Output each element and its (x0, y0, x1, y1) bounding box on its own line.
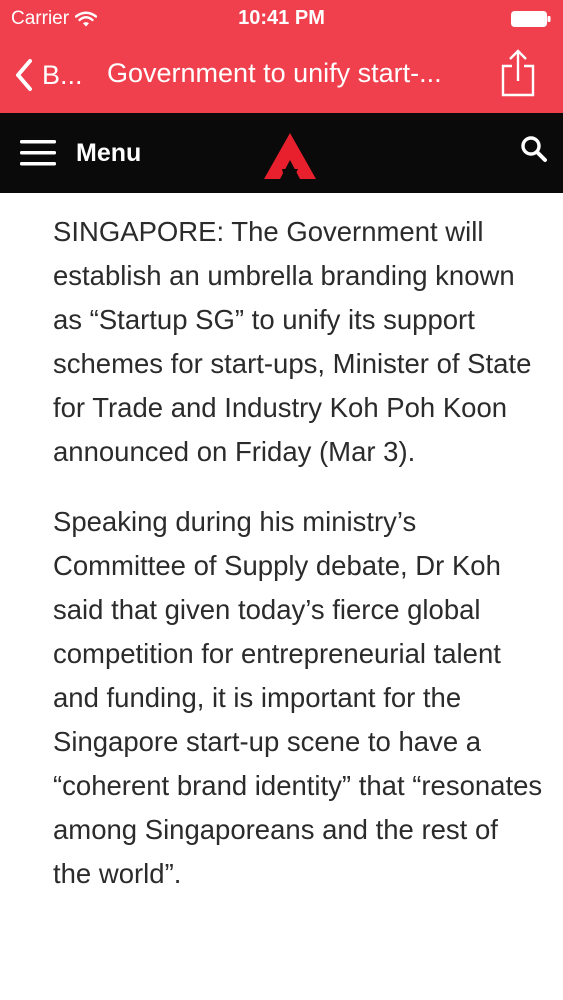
status-time: 10:41 PM (238, 7, 325, 29)
article-paragraph: Speaking during his ministry’s Committee… (53, 506, 543, 889)
search-icon[interactable] (519, 134, 549, 164)
app-screen: Carrier 10:41 PM B... Government to unif… (0, 0, 563, 1000)
chevron-left-icon (16, 59, 32, 91)
back-button[interactable]: B... (14, 54, 83, 96)
navigation-bar: B... Government to unify start-... (0, 40, 563, 113)
top-bar: Carrier 10:41 PM B... Government to unif… (0, 0, 563, 113)
menu-button[interactable]: Menu (20, 133, 141, 173)
battery-icon (511, 11, 551, 27)
channel-logo[interactable] (264, 133, 316, 179)
back-label: B... (42, 59, 83, 90)
hamburger-icon (20, 140, 56, 166)
article-body: SINGAPORE: The Government will establish… (53, 210, 543, 922)
article-paragraph: SINGAPORE: The Government will establish… (53, 216, 532, 467)
site-header: Menu (0, 113, 563, 193)
share-icon[interactable] (499, 48, 537, 98)
menu-label: Menu (76, 138, 142, 167)
page-title: Government to unify start-... (107, 58, 442, 88)
status-bar: Carrier 10:41 PM (0, 0, 563, 38)
